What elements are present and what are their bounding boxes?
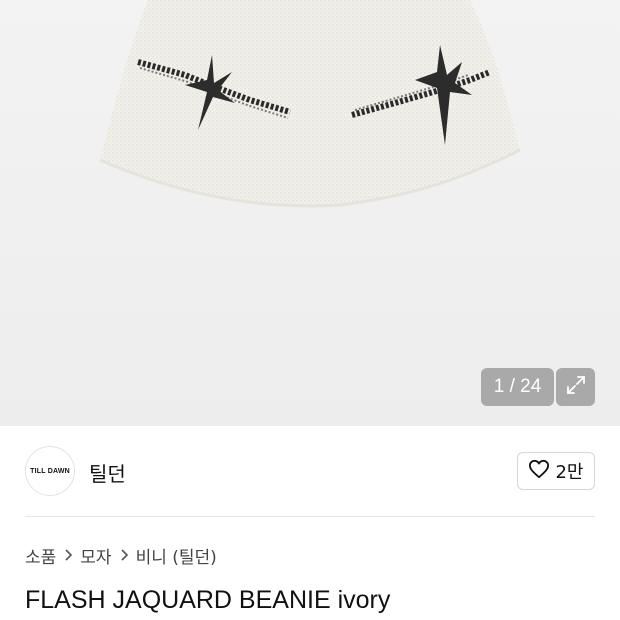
- brand-logo[interactable]: TILL DAWN: [25, 446, 75, 496]
- expand-icon: [565, 374, 587, 400]
- breadcrumb-item-hats[interactable]: 모자: [80, 543, 111, 568]
- image-counter: 1 / 24: [481, 368, 554, 406]
- product-image[interactable]: [0, 0, 620, 426]
- product-title: FLASH JAQUARD BEANIE ivory: [25, 586, 391, 614]
- breadcrumb-item-beanie[interactable]: 비니 (틸던): [136, 543, 217, 568]
- brand-row: TILL DAWN 틸던 2만: [0, 426, 620, 516]
- product-image-gallery[interactable]: 1 / 24: [0, 0, 620, 426]
- chevron-right-icon: [63, 548, 73, 562]
- breadcrumb-item-accessories[interactable]: 소품: [25, 543, 56, 568]
- brand-logo-text: TILL DAWN: [30, 467, 70, 475]
- divider: [25, 516, 595, 517]
- expand-button[interactable]: [556, 368, 595, 406]
- chevron-right-icon: [119, 548, 129, 562]
- breadcrumb: 소품 모자 비니 (틸던): [25, 543, 217, 568]
- heart-icon: [528, 459, 550, 483]
- brand-name[interactable]: 틸던: [89, 458, 126, 487]
- like-count: 2만: [555, 462, 584, 483]
- like-button[interactable]: 2만: [517, 452, 595, 490]
